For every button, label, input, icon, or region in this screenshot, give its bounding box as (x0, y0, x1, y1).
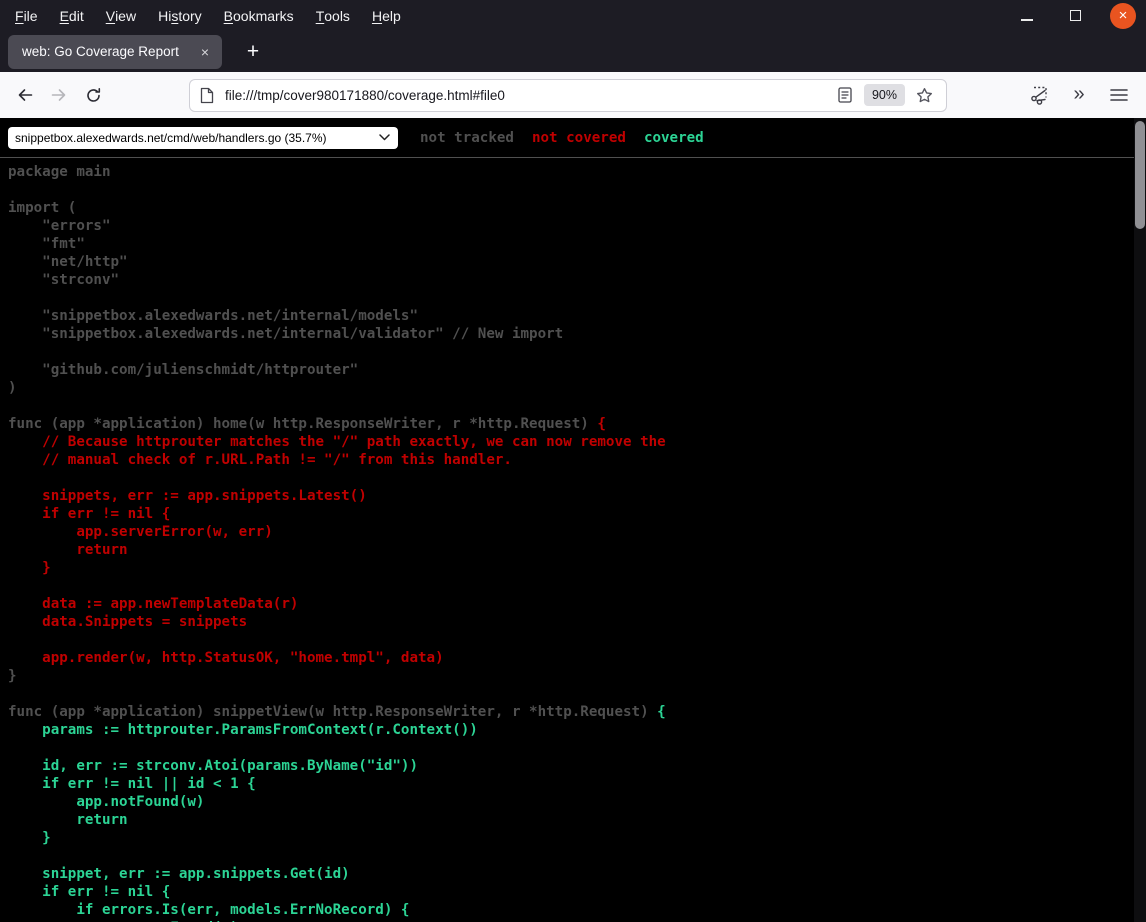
code-line (8, 343, 1146, 361)
legend-not-tracked: not tracked (420, 130, 514, 146)
star-icon (916, 87, 933, 104)
menu-bookmarks[interactable]: Bookmarks (213, 0, 305, 31)
navigation-toolbar: file:///tmp/cover980171880/coverage.html… (0, 72, 1146, 118)
code-line (8, 289, 1146, 307)
code-line: // manual check of r.URL.Path != "/" fro… (8, 451, 1146, 469)
menubar: FileEditViewHistoryBookmarksToolsHelp (0, 0, 412, 31)
new-tab-button[interactable]: + (238, 37, 268, 67)
code-line: // Because httprouter matches the "/" pa… (8, 433, 1146, 451)
code-line: if errors.Is(err, models.ErrNoRecord) { (8, 901, 1146, 919)
code-line: "snippetbox.alexedwards.net/internal/mod… (8, 307, 1146, 325)
menu-file[interactable]: File (4, 0, 49, 31)
scrollbar-thumb[interactable] (1135, 121, 1145, 229)
page-icon (200, 87, 214, 104)
reload-button[interactable] (76, 78, 110, 112)
tab-title: web: Go Coverage Report (22, 44, 194, 59)
code-line: if err != nil { (8, 505, 1146, 523)
toolbar-right-group: » (1024, 80, 1134, 110)
code-line: } (8, 829, 1146, 847)
code-line: "github.com/julienschmidt/httprouter" (8, 361, 1146, 379)
code-line: func (app *application) snippetView(w ht… (8, 703, 1146, 721)
hamburger-icon (1110, 88, 1128, 102)
file-select-value: snippetbox.alexedwards.net/cmd/web/handl… (15, 131, 379, 145)
bookmark-star-button[interactable] (910, 81, 938, 109)
code-line: "net/http" (8, 253, 1146, 271)
code-line (8, 469, 1146, 487)
code-line: data := app.newTemplateData(r) (8, 595, 1146, 613)
app-menu-button[interactable] (1104, 80, 1134, 110)
titlebar: FileEditViewHistoryBookmarksToolsHelp × (0, 0, 1146, 31)
code-line (8, 685, 1146, 703)
maximize-button[interactable] (1062, 3, 1088, 29)
code-line: return (8, 541, 1146, 559)
reload-icon (85, 87, 102, 104)
url-text: file:///tmp/cover980171880/coverage.html… (225, 88, 831, 103)
code-line: params := httprouter.ParamsFromContext(r… (8, 721, 1146, 739)
page-scrollbar[interactable] (1134, 118, 1146, 922)
minimize-icon (1021, 19, 1033, 21)
code-line (8, 847, 1146, 865)
chevron-down-icon (379, 134, 390, 141)
menu-help[interactable]: Help (361, 0, 412, 31)
code-line (8, 397, 1146, 415)
tab-bar: web: Go Coverage Report × + (0, 31, 1146, 72)
code-line: data.Snippets = snippets (8, 613, 1146, 631)
reader-mode-button[interactable] (831, 81, 859, 109)
code-block: package main import ( "errors" "fmt" "ne… (0, 158, 1146, 922)
code-line: app.notFound(w) (8, 793, 1146, 811)
file-select[interactable]: snippetbox.alexedwards.net/cmd/web/handl… (8, 127, 398, 149)
scissors-icon (1028, 84, 1050, 106)
menu-tools[interactable]: Tools (305, 0, 361, 31)
legend-covered: covered (644, 130, 704, 146)
back-button[interactable] (8, 78, 42, 112)
code-line: snippet, err := app.snippets.Get(id) (8, 865, 1146, 883)
tab-go-coverage-report[interactable]: web: Go Coverage Report × (8, 35, 222, 69)
screenshot-extension-button[interactable] (1024, 80, 1054, 110)
code-line (8, 631, 1146, 649)
menu-edit[interactable]: Edit (49, 0, 95, 31)
code-line: app.serverError(w, err) (8, 523, 1146, 541)
code-line: } (8, 667, 1146, 685)
code-line: app.render(w, http.StatusOK, "home.tmpl"… (8, 649, 1146, 667)
code-line: ) (8, 379, 1146, 397)
code-line: id, err := strconv.Atoi(params.ByName("i… (8, 757, 1146, 775)
chevron-double-right-icon: » (1073, 84, 1084, 104)
back-icon (16, 87, 34, 103)
code-line: "errors" (8, 217, 1146, 235)
menu-view[interactable]: View (95, 0, 147, 31)
code-line: import ( (8, 199, 1146, 217)
coverage-page: snippetbox.alexedwards.net/cmd/web/handl… (0, 118, 1146, 922)
window-controls: × (1014, 3, 1146, 29)
tab-close-button[interactable]: × (194, 41, 216, 63)
code-line: package main (8, 163, 1146, 181)
code-line (8, 181, 1146, 199)
reader-mode-icon (838, 87, 852, 103)
zoom-level-badge[interactable]: 90% (864, 84, 905, 106)
maximize-icon (1070, 10, 1081, 21)
forward-button[interactable] (42, 78, 76, 112)
minimize-button[interactable] (1014, 3, 1040, 29)
close-window-button[interactable]: × (1110, 3, 1136, 29)
code-line: func (app *application) home(w http.Resp… (8, 415, 1146, 433)
coverage-topbar: snippetbox.alexedwards.net/cmd/web/handl… (0, 118, 1134, 158)
overflow-menu-button[interactable]: » (1064, 80, 1094, 110)
code-line: if err != nil { (8, 883, 1146, 901)
code-line (8, 739, 1146, 757)
code-line: if err != nil || id < 1 { (8, 775, 1146, 793)
code-line: return (8, 811, 1146, 829)
code-line: "strconv" (8, 271, 1146, 289)
code-line: "snippetbox.alexedwards.net/internal/val… (8, 325, 1146, 343)
browser-window: FileEditViewHistoryBookmarksToolsHelp × … (0, 0, 1146, 922)
menu-history[interactable]: History (147, 0, 213, 31)
code-line: snippets, err := app.snippets.Latest() (8, 487, 1146, 505)
code-line: "fmt" (8, 235, 1146, 253)
code-line: } (8, 559, 1146, 577)
legend-not-covered: not covered (532, 130, 626, 146)
coverage-legend: not tracked not covered covered (411, 130, 713, 146)
forward-icon (50, 87, 68, 103)
url-bar[interactable]: file:///tmp/cover980171880/coverage.html… (189, 79, 947, 112)
code-line (8, 577, 1146, 595)
close-icon: × (1119, 8, 1128, 23)
